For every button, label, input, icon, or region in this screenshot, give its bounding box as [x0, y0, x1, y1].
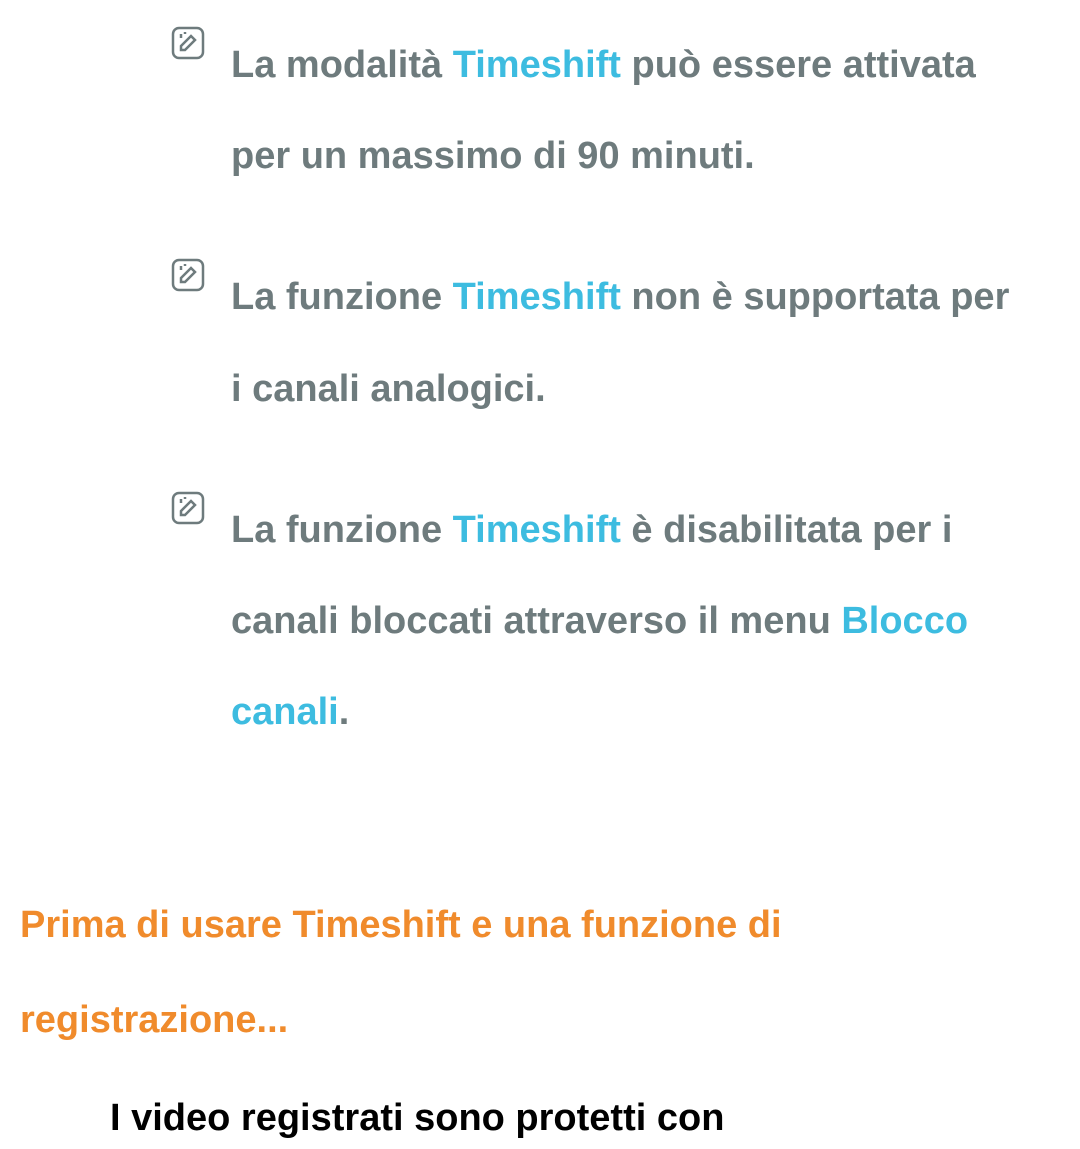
pencil-note-icon — [170, 257, 206, 293]
section-heading: Prima di usare Timeshift e una funzione … — [20, 878, 1060, 1068]
pencil-note-icon — [170, 490, 206, 526]
highlight-term: Timeshift — [453, 44, 621, 86]
note-text-segment: La funzione — [231, 509, 453, 551]
highlight-term: Timeshift — [453, 509, 621, 551]
note-text-segment: La funzione — [231, 276, 453, 318]
note-text: La funzione Timeshift non è supportata p… — [231, 252, 1030, 434]
note-list: La modalità Timeshift può essere attivat… — [170, 20, 1030, 758]
note-text-segment: La modalità — [231, 44, 453, 86]
note-text: La funzione Timeshift è disabilitata per… — [231, 485, 1030, 759]
note-item: La modalità Timeshift può essere attivat… — [170, 20, 1030, 202]
note-text-segment: . — [339, 691, 350, 733]
note-text: La modalità Timeshift può essere attivat… — [231, 20, 1030, 202]
highlight-term: Timeshift — [453, 276, 621, 318]
note-item: La funzione Timeshift è disabilitata per… — [170, 485, 1030, 759]
pencil-note-icon — [170, 25, 206, 61]
note-item: La funzione Timeshift non è supportata p… — [170, 252, 1030, 434]
body-text: I video registrati sono protetti con — [110, 1088, 1060, 1149]
